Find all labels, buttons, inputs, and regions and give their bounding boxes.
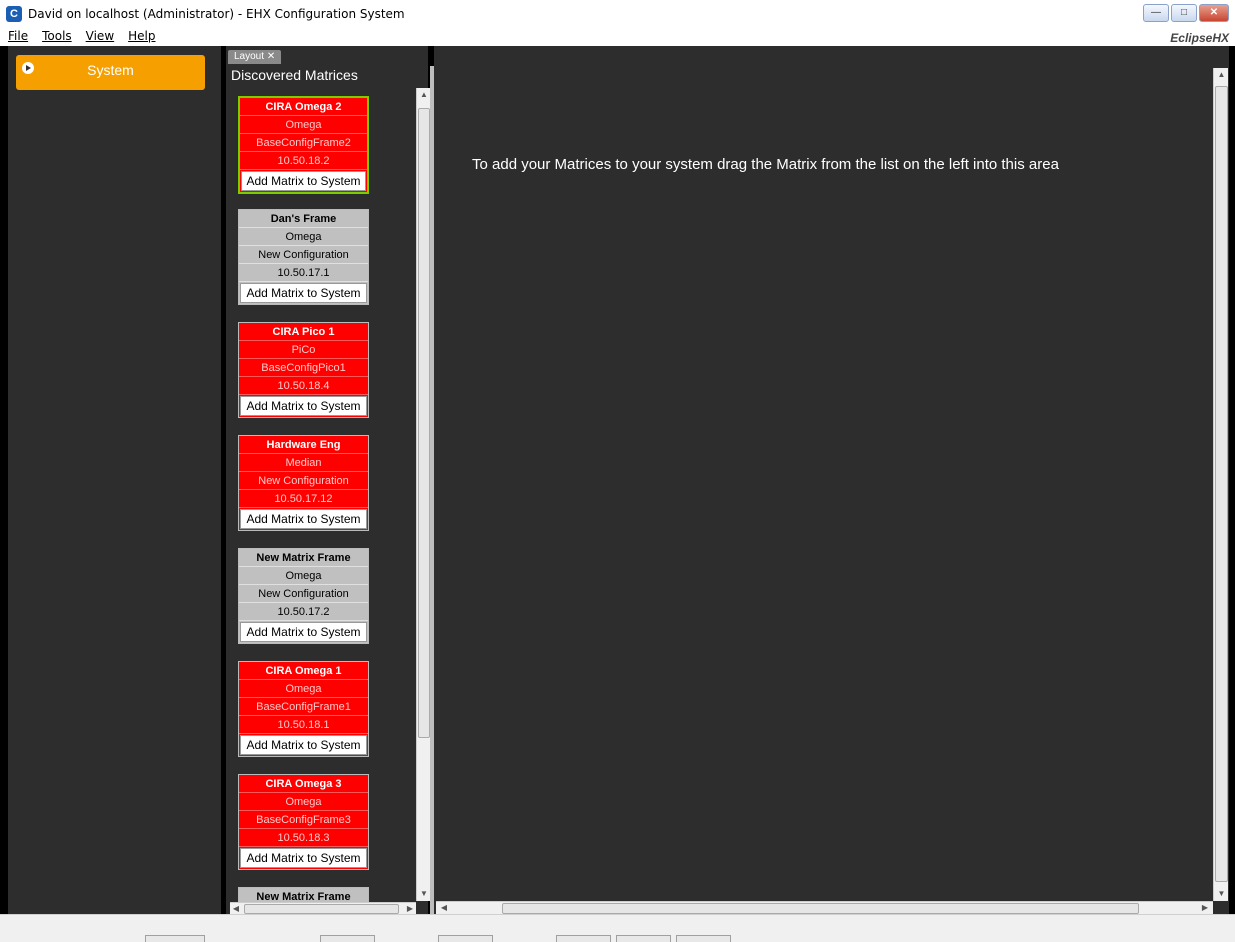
system-label: System	[87, 62, 134, 78]
title-bar: C David on localhost (Administrator) - E…	[0, 0, 1235, 28]
scroll-thumb[interactable]	[244, 904, 399, 914]
matrix-card[interactable]: New Matrix Frame Omega New Configuration 10…	[238, 548, 369, 644]
app-body: System Layout ✕ Discovered Matrices CIRA…	[0, 46, 1235, 914]
matrix-config: BaseConfigFrame1	[239, 698, 368, 716]
scroll-thumb[interactable]	[1215, 86, 1228, 882]
matrix-name: CIRA Omega 1	[239, 662, 368, 680]
add-matrix-button[interactable]: Add Matrix to System	[240, 848, 367, 868]
scroll-right-icon[interactable]: ▶	[1199, 902, 1211, 914]
matrix-card[interactable]: Hardware Eng Median New Configuration 10.50…	[238, 435, 369, 531]
matrix-config: BaseConfigFrame3	[239, 811, 368, 829]
matrix-ip: 10.50.18.4	[239, 377, 368, 395]
list-horizontal-scrollbar[interactable]: ◀ ▶	[230, 902, 416, 914]
menu-view[interactable]: View	[86, 29, 114, 43]
matrix-ip: 10.50.18.2	[240, 152, 367, 170]
tab-layout-label: Layout	[234, 51, 265, 62]
matrix-card[interactable]: CIRA Omega 3 Omega BaseConfigFrame3 10.50.1…	[238, 774, 369, 870]
menu-file[interactable]: File	[8, 29, 28, 43]
menu: File Tools View Help	[8, 29, 156, 43]
drop-hint: To add your Matrices to your system drag…	[472, 156, 1059, 173]
matrix-card[interactable]: CIRA Omega 2 Omega BaseConfigFrame2 10.50.1…	[238, 96, 369, 194]
scroll-down-icon[interactable]: ▼	[417, 887, 431, 901]
scroll-thumb[interactable]	[502, 903, 1139, 914]
scroll-up-icon[interactable]: ▲	[1214, 68, 1229, 82]
matrix-ip: 10.50.18.1	[239, 716, 368, 734]
matrix-config: BaseConfigFrame2	[240, 134, 367, 152]
add-matrix-button[interactable]: Add Matrix to System	[240, 509, 367, 529]
matrix-card[interactable]: CIRA Omega 1 Omega BaseConfigFrame1 10.50.1…	[238, 661, 369, 757]
layout-canvas[interactable]: To add your Matrices to your system drag…	[434, 46, 1229, 914]
matrix-type: Omega	[239, 680, 368, 698]
matrix-name: New Matrix Frame	[239, 549, 368, 567]
add-matrix-button[interactable]: Add Matrix to System	[240, 622, 367, 642]
matrix-card[interactable]: CIRA Pico 1 PiCo BaseConfigPico1 10.50.18.4…	[238, 322, 369, 418]
matrix-config: New Configuration	[239, 585, 368, 603]
matrix-type: Median	[239, 454, 368, 472]
matrix-type: Omega	[240, 116, 367, 134]
matrix-ip: 10.50.17.1	[239, 264, 368, 282]
matrix-name: CIRA Pico 1	[239, 323, 368, 341]
matrix-name: Hardware Eng	[239, 436, 368, 454]
matrix-name: Dan's Frame	[239, 210, 368, 228]
matrix-type: Omega	[239, 567, 368, 585]
menu-bar: File Tools View Help EclipseHX	[0, 28, 1235, 46]
add-matrix-button[interactable]: Add Matrix to System	[240, 396, 367, 416]
window-title: David on localhost (Administrator) - EHX…	[28, 7, 405, 21]
add-matrix-button[interactable]: Add Matrix to System	[240, 735, 367, 755]
close-icon[interactable]: ✕	[267, 51, 275, 62]
sidebar	[8, 46, 221, 914]
scroll-up-icon[interactable]: ▲	[417, 88, 431, 102]
matrix-type: Omega	[239, 228, 368, 246]
brand-logo: EclipseHX	[1170, 31, 1229, 45]
list-title: Discovered Matrices	[231, 67, 358, 83]
matrix-config: New Configuration	[239, 246, 368, 264]
canvas-horizontal-scrollbar[interactable]: ◀ ▶	[436, 901, 1213, 914]
matrix-name: CIRA Omega 3	[239, 775, 368, 793]
menu-tools[interactable]: Tools	[42, 29, 72, 43]
matrix-config: BaseConfigPico1	[239, 359, 368, 377]
status-bar	[0, 914, 1235, 942]
matrix-type: PiCo	[239, 341, 368, 359]
canvas-vertical-scrollbar[interactable]: ▲ ▼	[1213, 68, 1228, 901]
matrix-config: New Configuration	[239, 472, 368, 490]
scroll-left-icon[interactable]: ◀	[438, 902, 450, 914]
maximize-button[interactable]: □	[1171, 4, 1197, 22]
matrix-list: CIRA Omega 2 Omega BaseConfigFrame2 10.50.1…	[236, 96, 414, 906]
list-vertical-scrollbar[interactable]: ▲ ▼	[416, 88, 430, 901]
add-matrix-button[interactable]: Add Matrix to System	[241, 171, 366, 191]
scroll-down-icon[interactable]: ▼	[1214, 887, 1229, 901]
scroll-thumb[interactable]	[418, 108, 430, 738]
matrix-ip: 10.50.18.3	[239, 829, 368, 847]
add-matrix-button[interactable]: Add Matrix to System	[240, 283, 367, 303]
tab-layout[interactable]: Layout ✕	[228, 50, 282, 64]
minimize-button[interactable]: —	[1143, 4, 1169, 22]
menu-help[interactable]: Help	[128, 29, 155, 43]
matrix-ip: 10.50.17.2	[239, 603, 368, 621]
close-button[interactable]: ✕	[1199, 4, 1229, 22]
matrix-type: Omega	[239, 793, 368, 811]
app-icon: C	[6, 6, 22, 22]
system-button[interactable]: System	[16, 55, 205, 90]
window-controls: — □ ✕	[1143, 4, 1229, 22]
matrix-card[interactable]: Dan's Frame Omega New Configuration 10.50.1…	[238, 209, 369, 305]
matrix-name: CIRA Omega 2	[240, 98, 367, 116]
matrix-ip: 10.50.17.12	[239, 490, 368, 508]
